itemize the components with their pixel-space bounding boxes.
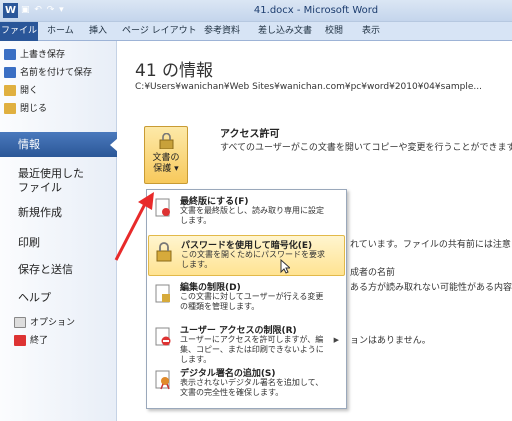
tab-home[interactable]: ホーム [47, 22, 74, 41]
save-icon [4, 49, 16, 60]
nav-share[interactable]: 保存と送信 [18, 263, 73, 277]
restrict-access-icon [155, 327, 171, 346]
open-command[interactable]: 開く [4, 83, 38, 100]
digital-signature-icon [155, 370, 170, 390]
save-as-icon [4, 67, 16, 78]
window-title: 41.docx - Microsoft Word [253, 5, 379, 16]
nav-recent[interactable]: 最近使用した ファイル [18, 167, 84, 195]
mouse-cursor-icon [280, 259, 290, 274]
tab-references[interactable]: 参考資料 [204, 22, 240, 41]
protect-document-button[interactable]: 文書の 保護 ▾ [144, 126, 188, 184]
backstage-nav: 上書き保存 名前を付けて保存 開く 閉じる 情報 最近使用した ファイル 新規作成… [0, 41, 118, 421]
nav-help[interactable]: ヘルプ [18, 291, 51, 305]
background-text-2: 成者の名前 [350, 268, 396, 278]
ribbon-tabs: ファイル ホーム 挿入 ページ レイアウト 参考資料 差し込み文書 校閲 表示 [0, 22, 512, 41]
save-command[interactable]: 上書き保存 [4, 47, 65, 64]
page-title: 41 の情報 [135, 61, 214, 81]
tab-insert[interactable]: 挿入 [89, 22, 107, 41]
nav-new[interactable]: 新規作成 [18, 206, 62, 220]
permissions-title: アクセス許可 [220, 129, 280, 140]
tab-mailings[interactable]: 差し込み文書 [258, 22, 312, 41]
tab-file[interactable]: ファイル [0, 22, 38, 41]
selection-arrow-icon [110, 138, 118, 152]
file-path: C:¥Users¥wanichan¥Web Sites¥wanichan.com… [135, 82, 482, 92]
background-text-1: れています。ファイルの共有前には注意してく [350, 240, 512, 250]
exit-icon [14, 335, 26, 346]
restrict-editing-icon [155, 284, 170, 303]
nav-print[interactable]: 印刷 [18, 236, 40, 250]
tab-view[interactable]: 表示 [362, 22, 380, 41]
submenu-arrow-icon: ▶ [333, 336, 339, 344]
menu-item-restrict-access[interactable]: ユーザー アクセスの制限(R) ユーザーにアクセスを許可しますが、編集、コピー、… [148, 321, 345, 364]
options-icon [14, 317, 26, 328]
options-command[interactable]: オプション [14, 315, 75, 332]
close-folder-icon [4, 103, 16, 114]
exit-command[interactable]: 終了 [14, 333, 48, 350]
annotation-arrow-icon [114, 192, 154, 261]
background-text-4: ョンはありません。 [350, 336, 431, 346]
menu-item-encrypt-password[interactable]: パスワードを使用して暗号化(E) この文書を開くためにパスワードを要求します。 [148, 235, 345, 276]
menu-item-mark-final[interactable]: 最終版にする(F) 文書を最終版とし、読み取り専用に設定します。 [148, 192, 345, 233]
background-text-3: ある方が読み取れない可能性がある内容 [350, 283, 512, 293]
title-bar: W ▣ ↶ ↷ ▾ 41.docx - Microsoft Word [0, 0, 512, 22]
nav-info[interactable]: 情報 [0, 132, 118, 157]
protect-document-menu: 最終版にする(F) 文書を最終版とし、読み取り専用に設定します。 パスワードを使… [146, 189, 347, 409]
close-command[interactable]: 閉じる [4, 101, 47, 118]
permissions-description: すべてのユーザーがこの文書を開いてコピーや変更を行うことができます。 [220, 143, 512, 153]
open-folder-icon [4, 85, 16, 96]
menu-item-digital-signature[interactable]: デジタル署名の追加(S) 表示されないデジタル署名を追加して、文書の完全性を確保… [148, 364, 345, 405]
save-as-command[interactable]: 名前を付けて保存 [4, 65, 92, 82]
menu-item-restrict-editing[interactable]: 編集の制限(D) この文書に対してユーザーが行える変更の種類を管理します。 [148, 278, 345, 319]
tab-page-layout[interactable]: ページ レイアウト [122, 22, 197, 41]
lock-icon [159, 133, 174, 149]
tab-review[interactable]: 校閲 [325, 22, 343, 41]
